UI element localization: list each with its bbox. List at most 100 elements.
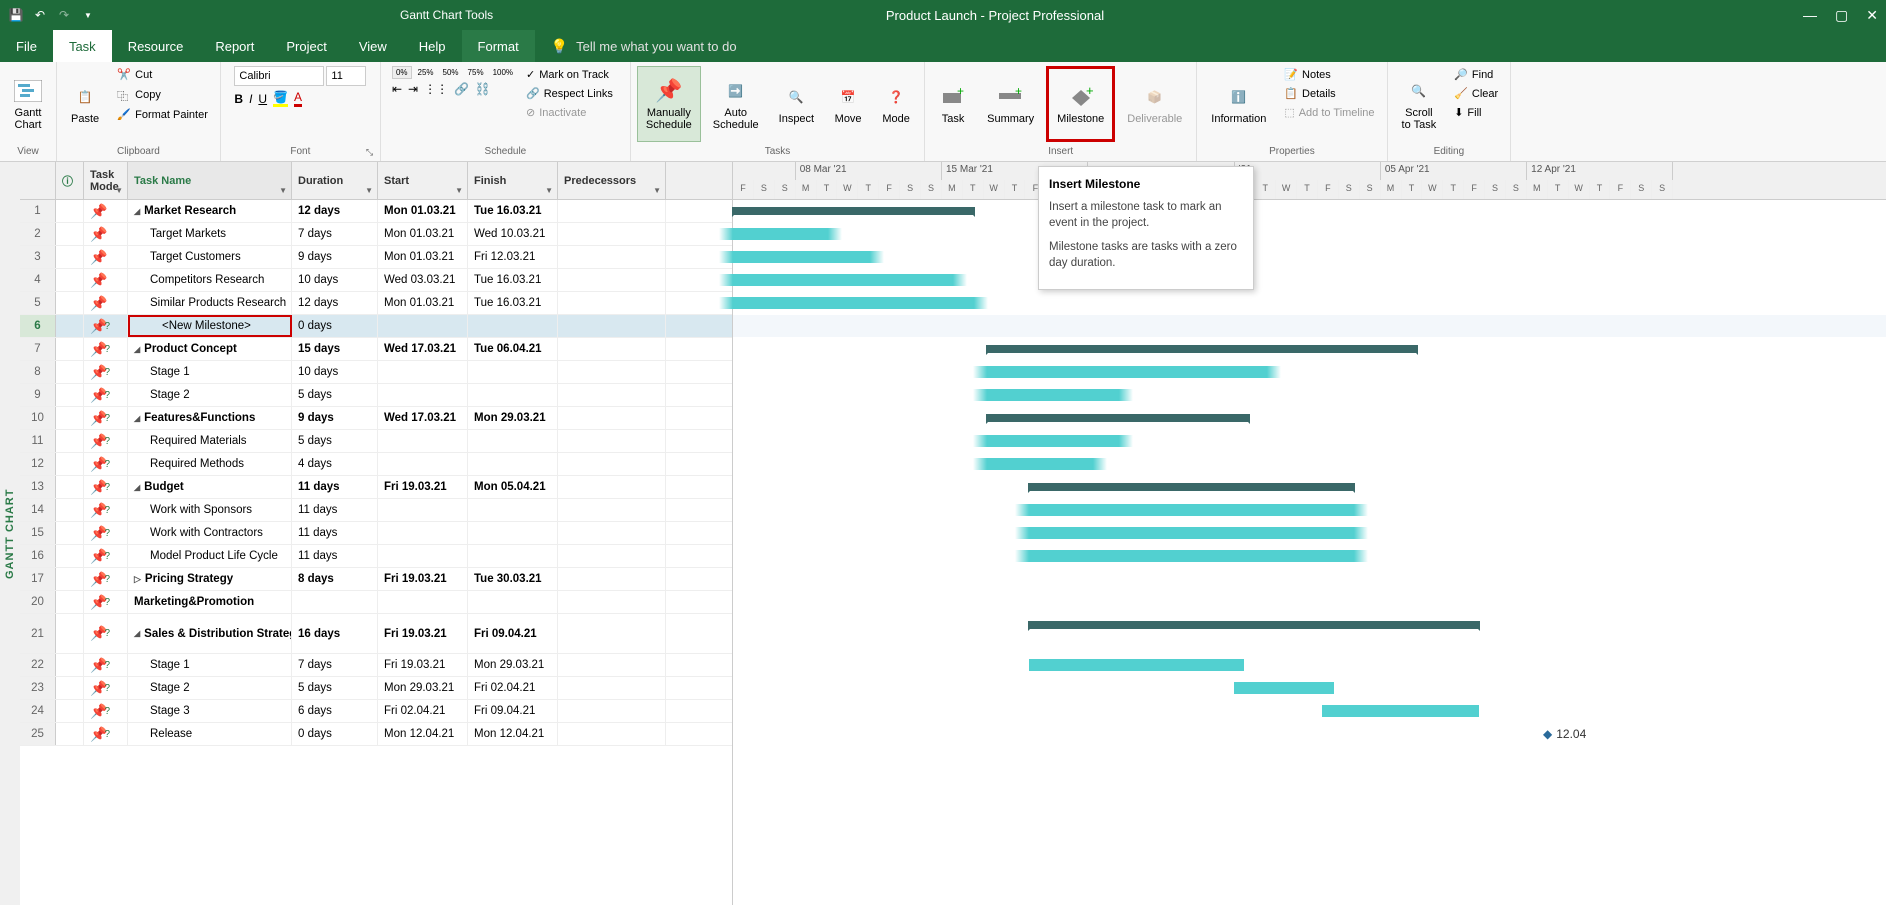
cell-task-name[interactable]: Product Concept [128, 338, 292, 360]
cell-duration[interactable]: 0 days [292, 723, 378, 745]
undo-icon[interactable]: ↶ [32, 7, 48, 23]
details-button[interactable]: 📋Details [1278, 85, 1380, 102]
cell-start[interactable]: Mon 01.03.21 [378, 223, 468, 245]
cell-start[interactable]: Mon 29.03.21 [378, 677, 468, 699]
table-row[interactable]: 5📌Similar Products Research12 daysMon 01… [20, 292, 732, 315]
row-number[interactable]: 11 [20, 430, 56, 452]
cell-task-name[interactable]: Stage 1 [128, 361, 292, 383]
cell-start[interactable] [378, 430, 468, 452]
mode-button[interactable]: ❓ Mode [874, 66, 918, 142]
cell-predecessors[interactable] [558, 522, 666, 544]
col-header-start[interactable]: Start▼ [378, 162, 468, 199]
col-header-predecessors[interactable]: Predecessors▼ [558, 162, 666, 199]
cell-finish[interactable]: Tue 16.03.21 [468, 292, 558, 314]
cell-task-name[interactable]: Market Research [128, 200, 292, 222]
cell-task-name[interactable]: Stage 2 [128, 384, 292, 406]
gantt-row[interactable] [733, 453, 1886, 476]
cell-start[interactable] [378, 315, 468, 337]
cell-predecessors[interactable] [558, 614, 666, 653]
cell-duration[interactable]: 12 days [292, 200, 378, 222]
cell-info[interactable] [56, 430, 84, 452]
cell-start[interactable]: Fri 19.03.21 [378, 476, 468, 498]
task-bar[interactable] [1234, 682, 1334, 694]
dropdown-icon[interactable]: ▼ [279, 186, 287, 195]
cell-task-name[interactable]: Stage 2 [128, 677, 292, 699]
cell-info[interactable] [56, 246, 84, 268]
tab-resource[interactable]: Resource [112, 30, 200, 62]
link-button[interactable]: 🔗 [454, 82, 469, 96]
row-number[interactable]: 23 [20, 677, 56, 699]
gantt-row[interactable] [733, 292, 1886, 315]
move-button[interactable]: 📅 Move [826, 66, 870, 142]
table-row[interactable]: 9📌?Stage 25 days [20, 384, 732, 407]
auto-schedule-button[interactable]: ➡️ Auto Schedule [705, 66, 767, 142]
cell-predecessors[interactable] [558, 499, 666, 521]
cell-predecessors[interactable] [558, 246, 666, 268]
cut-button[interactable]: ✂️Cut [111, 66, 214, 84]
gantt-row[interactable] [733, 499, 1886, 522]
redo-icon[interactable]: ↷ [56, 7, 72, 23]
row-number[interactable]: 6 [20, 315, 56, 337]
cell-task-mode[interactable]: 📌? [84, 522, 128, 544]
cell-start[interactable] [378, 522, 468, 544]
cell-task-mode[interactable]: 📌? [84, 315, 128, 337]
cell-task-name[interactable]: Similar Products Research [128, 292, 292, 314]
cell-task-mode[interactable]: 📌? [84, 453, 128, 475]
col-header-mode[interactable]: Task Mode▼ [84, 162, 128, 199]
cell-finish[interactable] [468, 361, 558, 383]
task-bar[interactable] [1029, 659, 1244, 671]
cell-start[interactable] [378, 453, 468, 475]
summary-bar[interactable] [1029, 483, 1354, 491]
cell-duration[interactable]: 16 days [292, 614, 378, 653]
cell-finish[interactable]: Fri 09.04.21 [468, 700, 558, 722]
row-number[interactable]: 9 [20, 384, 56, 406]
table-row[interactable]: 14📌?Work with Sponsors11 days [20, 499, 732, 522]
table-row[interactable]: 1📌Market Research12 daysMon 01.03.21Tue … [20, 200, 732, 223]
cell-finish[interactable]: Wed 10.03.21 [468, 223, 558, 245]
gantt-row[interactable] [733, 407, 1886, 430]
font-name-input[interactable] [234, 66, 324, 86]
cell-start[interactable]: Mon 01.03.21 [378, 200, 468, 222]
gantt-row[interactable] [733, 269, 1886, 292]
cell-task-name[interactable]: Target Customers [128, 246, 292, 268]
cell-predecessors[interactable] [558, 430, 666, 452]
summary-bar[interactable] [1029, 621, 1479, 629]
task-bar[interactable] [987, 435, 1119, 447]
gantt-row[interactable] [733, 361, 1886, 384]
gantt-row[interactable] [733, 223, 1886, 246]
task-bar[interactable] [733, 274, 953, 286]
gantt-row[interactable] [733, 338, 1886, 361]
cell-duration[interactable]: 0 days [292, 315, 378, 337]
cell-start[interactable]: Fri 19.03.21 [378, 654, 468, 676]
task-bar[interactable] [987, 458, 1093, 470]
pct-50[interactable]: 50% [440, 66, 462, 79]
find-button[interactable]: 🔎Find [1448, 66, 1504, 83]
table-row[interactable]: 17📌?Pricing Strategy8 daysFri 19.03.21Tu… [20, 568, 732, 591]
dropdown-icon[interactable]: ▼ [365, 186, 373, 195]
cell-task-name[interactable]: Model Product Life Cycle [128, 545, 292, 567]
cell-task-name[interactable]: Work with Contractors [128, 522, 292, 544]
table-row[interactable]: 7📌?Product Concept15 daysWed 17.03.21Tue… [20, 338, 732, 361]
row-number[interactable]: 24 [20, 700, 56, 722]
cell-start[interactable] [378, 545, 468, 567]
cell-predecessors[interactable] [558, 200, 666, 222]
unlink-button[interactable]: ⛓️ [475, 82, 490, 96]
cell-info[interactable] [56, 568, 84, 590]
table-row[interactable]: 4📌Competitors Research10 daysWed 03.03.2… [20, 269, 732, 292]
pct-100[interactable]: 100% [490, 66, 516, 79]
cell-finish[interactable] [468, 522, 558, 544]
gantt-row[interactable] [733, 246, 1886, 269]
cell-finish[interactable]: Fri 02.04.21 [468, 677, 558, 699]
task-bar[interactable] [733, 297, 974, 309]
cell-finish[interactable]: Tue 16.03.21 [468, 200, 558, 222]
cell-duration[interactable] [292, 591, 378, 613]
mark-on-track-button[interactable]: ✓Mark on Track [520, 66, 619, 83]
cell-info[interactable] [56, 499, 84, 521]
cell-predecessors[interactable] [558, 591, 666, 613]
cell-finish[interactable]: Tue 06.04.21 [468, 338, 558, 360]
inspect-button[interactable]: 🔍 Inspect [771, 66, 822, 142]
split-button[interactable]: ⋮⋮ [424, 82, 448, 96]
cell-duration[interactable]: 5 days [292, 677, 378, 699]
gantt-row[interactable] [733, 614, 1886, 654]
col-header-info[interactable]: ⓘ [56, 162, 84, 199]
